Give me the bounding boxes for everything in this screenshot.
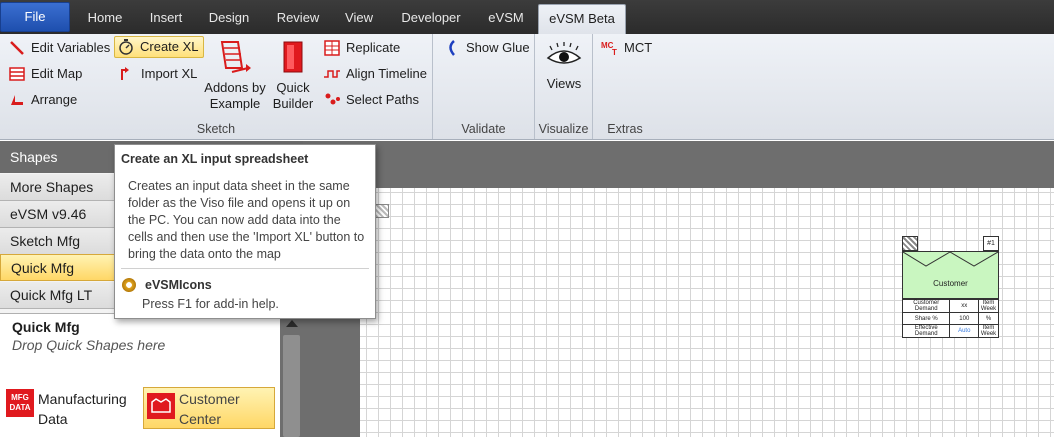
customer-id-box: #1: [983, 236, 999, 251]
customer-shape[interactable]: #1 Customer Customer Demand xx Item Week…: [901, 236, 999, 349]
tab-developer[interactable]: Developer: [392, 4, 470, 34]
sketch-group-label: Sketch: [196, 122, 236, 136]
ribbon-tab-bar: File Home Insert Design Review View Deve…: [0, 0, 1054, 34]
tab-insert[interactable]: Insert: [140, 4, 192, 34]
quick-builder-button[interactable]: Quick Builder: [270, 38, 316, 112]
master-label-1: Customer: [179, 391, 240, 407]
mct-label: MCT: [624, 40, 653, 55]
mct-icon: MC T: [601, 39, 619, 57]
tooltip-help: Press F1 for add-in help.: [142, 297, 279, 311]
drawing-frame-top: [303, 141, 1054, 188]
addons-label-1: Addons by: [204, 80, 266, 95]
customer-data-table: Customer Demand xx Item Week Share % 100…: [901, 299, 999, 338]
stencil-evsm-v946[interactable]: eVSM v9.46: [0, 201, 115, 228]
table-row: Effective Demand Auto Item Week: [901, 324, 999, 338]
table-row: Customer Demand xx Item Week: [901, 299, 999, 313]
tab-home[interactable]: Home: [78, 4, 132, 34]
stencil-quick-mfg[interactable]: Quick Mfg: [0, 254, 115, 281]
extras-group: MC T MCT Extras: [593, 34, 657, 139]
mct-button[interactable]: MC T MCT: [601, 37, 652, 59]
eye-icon: [546, 42, 582, 64]
master-label-2: Data: [38, 411, 68, 427]
show-glue-button[interactable]: Show Glue: [443, 37, 530, 59]
create-xl-tooltip: Create an XL input spreadsheet Creates a…: [114, 144, 376, 319]
edit-variables-label: Edit Variables: [31, 40, 111, 55]
views-label: Views: [546, 76, 582, 91]
stopwatch-icon: [117, 38, 135, 56]
addons-label-2: Example: [209, 96, 261, 111]
master-manufacturing-data[interactable]: MFG DATA Manufacturing Data: [6, 389, 127, 429]
edit-map-icon: [8, 65, 26, 83]
show-glue-label: Show Glue: [466, 40, 530, 55]
table-row: Share % 100 %: [901, 312, 999, 325]
timeline-icon: [323, 65, 341, 83]
tab-design[interactable]: Design: [200, 4, 258, 34]
tooltip-addin-name: eVSMIcons: [145, 278, 212, 292]
validate-group: Show Glue Validate: [433, 34, 535, 139]
visualize-group-label: Visualize: [538, 122, 589, 136]
master-customer-center[interactable]: Customer Center: [143, 387, 275, 429]
scroll-thumb[interactable]: [283, 335, 300, 437]
hatched-marker: [375, 204, 389, 218]
customer-icon: [147, 393, 175, 419]
select-paths-button[interactable]: Select Paths: [323, 89, 419, 111]
select-paths-icon: [323, 91, 341, 109]
edit-variables-icon: [8, 39, 26, 57]
replicate-button[interactable]: Replicate: [323, 37, 400, 59]
replicate-icon: [323, 39, 341, 57]
scroll-up-arrow[interactable]: [286, 320, 298, 327]
stencil-scrollbar[interactable]: [280, 313, 303, 437]
ribbon: Edit Variables Create XL Edit Map Import…: [0, 34, 1054, 140]
mfg-data-icon: MFG DATA: [6, 389, 34, 417]
views-button[interactable]: Views: [539, 40, 589, 92]
addons-icon: [220, 41, 251, 73]
tab-view[interactable]: View: [336, 4, 382, 34]
extras-group-label: Extras: [607, 122, 643, 136]
arrange-label: Arrange: [31, 92, 78, 107]
replicate-label: Replicate: [346, 40, 401, 55]
sketch-group: Edit Variables Create XL Edit Map Import…: [0, 34, 433, 139]
customer-body: [902, 251, 999, 299]
addin-gear-icon: [122, 278, 136, 292]
create-xl-button[interactable]: Create XL: [114, 36, 204, 58]
align-timeline-label: Align Timeline: [346, 66, 427, 81]
import-xl-button[interactable]: Import XL: [118, 63, 197, 85]
stencil-sketch-mfg[interactable]: Sketch Mfg: [0, 228, 115, 255]
customer-hatch-box: [902, 236, 918, 251]
stencil-hint: Drop Quick Shapes here: [12, 337, 166, 353]
arrange-button[interactable]: Arrange: [8, 89, 77, 111]
glue-icon: [443, 39, 461, 57]
tooltip-title: Create an XL input spreadsheet: [121, 152, 309, 166]
tooltip-divider: [121, 268, 369, 269]
edit-map-button[interactable]: Edit Map: [8, 63, 82, 85]
master-label-2: Center: [179, 411, 222, 427]
tab-evsm-beta[interactable]: eVSM Beta: [538, 4, 626, 34]
create-xl-label: Create XL: [140, 39, 199, 54]
master-label-1: Manufacturing: [38, 391, 127, 407]
import-xl-icon: [118, 65, 136, 83]
svg-text:T: T: [612, 48, 617, 57]
customer-name: Customer: [933, 279, 968, 288]
align-timeline-button[interactable]: Align Timeline: [323, 63, 427, 85]
stencil-content: Quick Mfg Drop Quick Shapes here MFG DAT…: [0, 313, 280, 437]
stencil-more-shapes[interactable]: More Shapes: [0, 174, 115, 201]
stencil-quick-mfg-lt[interactable]: Quick Mfg LT: [0, 282, 115, 309]
quick-builder-label-2: Builder: [272, 96, 314, 111]
stencil-title: Quick Mfg: [12, 319, 80, 335]
tooltip-body: Creates an input data sheet in the same …: [128, 179, 365, 261]
visualize-group: Views Visualize: [535, 34, 593, 139]
validate-group-label: Validate: [461, 122, 506, 136]
edit-variables-button[interactable]: Edit Variables: [8, 37, 110, 59]
tab-file[interactable]: File: [0, 2, 70, 32]
edit-map-label: Edit Map: [31, 66, 83, 81]
quick-builder-label-1: Quick: [276, 80, 310, 95]
tab-review[interactable]: Review: [268, 4, 328, 34]
tab-evsm[interactable]: eVSM: [478, 4, 534, 34]
addons-by-example-button[interactable]: Addons by Example: [200, 38, 270, 112]
select-paths-label: Select Paths: [346, 92, 419, 107]
arrange-icon: [8, 91, 26, 109]
import-xl-label: Import XL: [141, 66, 198, 81]
quick-builder-icon: [283, 41, 303, 73]
